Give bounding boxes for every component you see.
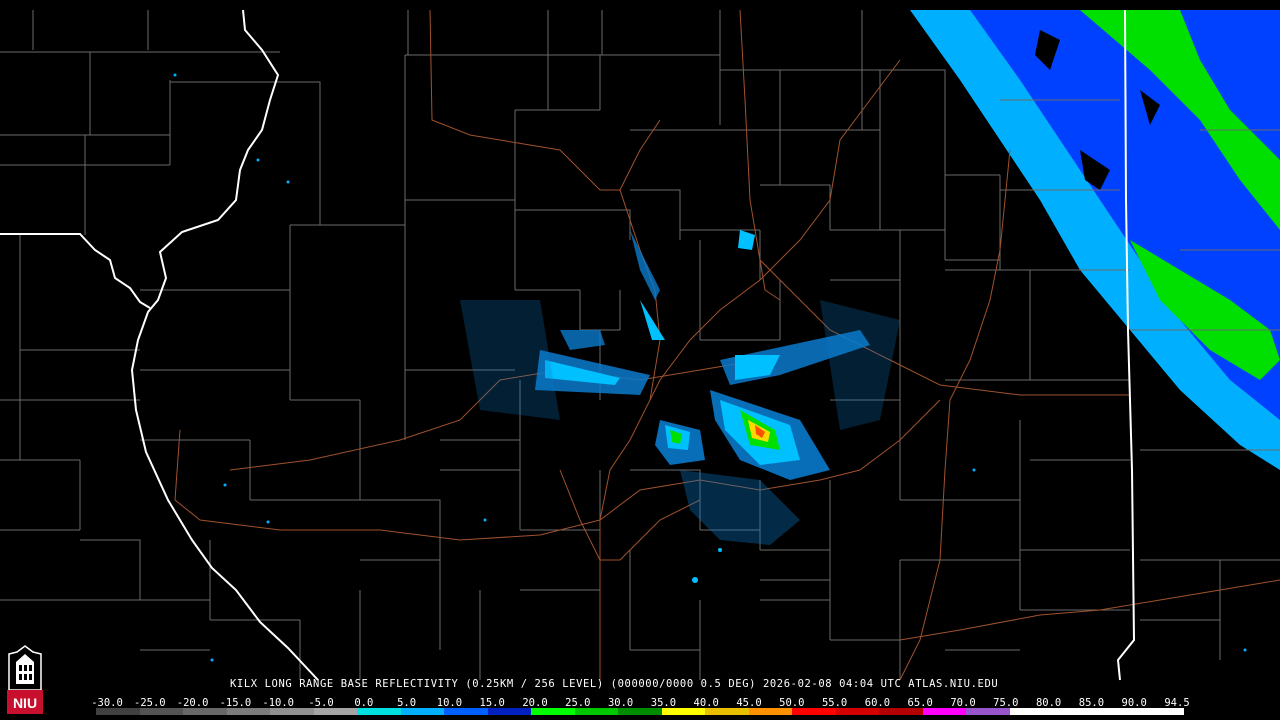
- scale-segment: [487, 708, 532, 715]
- scale-segment: [1140, 708, 1184, 715]
- scale-segment: [1096, 708, 1141, 715]
- scale-segment: [879, 708, 923, 715]
- scale-segment: [966, 708, 1010, 715]
- scale-segment: [270, 708, 314, 715]
- scale-segment: [357, 708, 401, 715]
- radar-map: [0, 0, 1280, 720]
- scale-segment: [792, 708, 836, 715]
- scale-segment: [574, 708, 619, 715]
- color-scale-bar: [96, 708, 1184, 715]
- scale-segment: [1053, 708, 1097, 715]
- scale-segment: [444, 708, 488, 715]
- scale-segment: [313, 708, 358, 715]
- scale-segment: [661, 708, 706, 715]
- scale-segment: [226, 708, 271, 715]
- scale-segment: [531, 708, 575, 715]
- scale-segment: [618, 708, 662, 715]
- scale-segment: [748, 708, 793, 715]
- scale-segment: [96, 708, 140, 715]
- map-caption: KILX LONG RANGE BASE REFLECTIVITY (0.25K…: [230, 678, 999, 690]
- scale-segment: [183, 708, 227, 715]
- scale-segment: [922, 708, 967, 715]
- scale-segment: [1009, 708, 1054, 715]
- scale-segment: [835, 708, 880, 715]
- scale-segment: [400, 708, 445, 715]
- scale-segment: [139, 708, 184, 715]
- scale-segment: [705, 708, 749, 715]
